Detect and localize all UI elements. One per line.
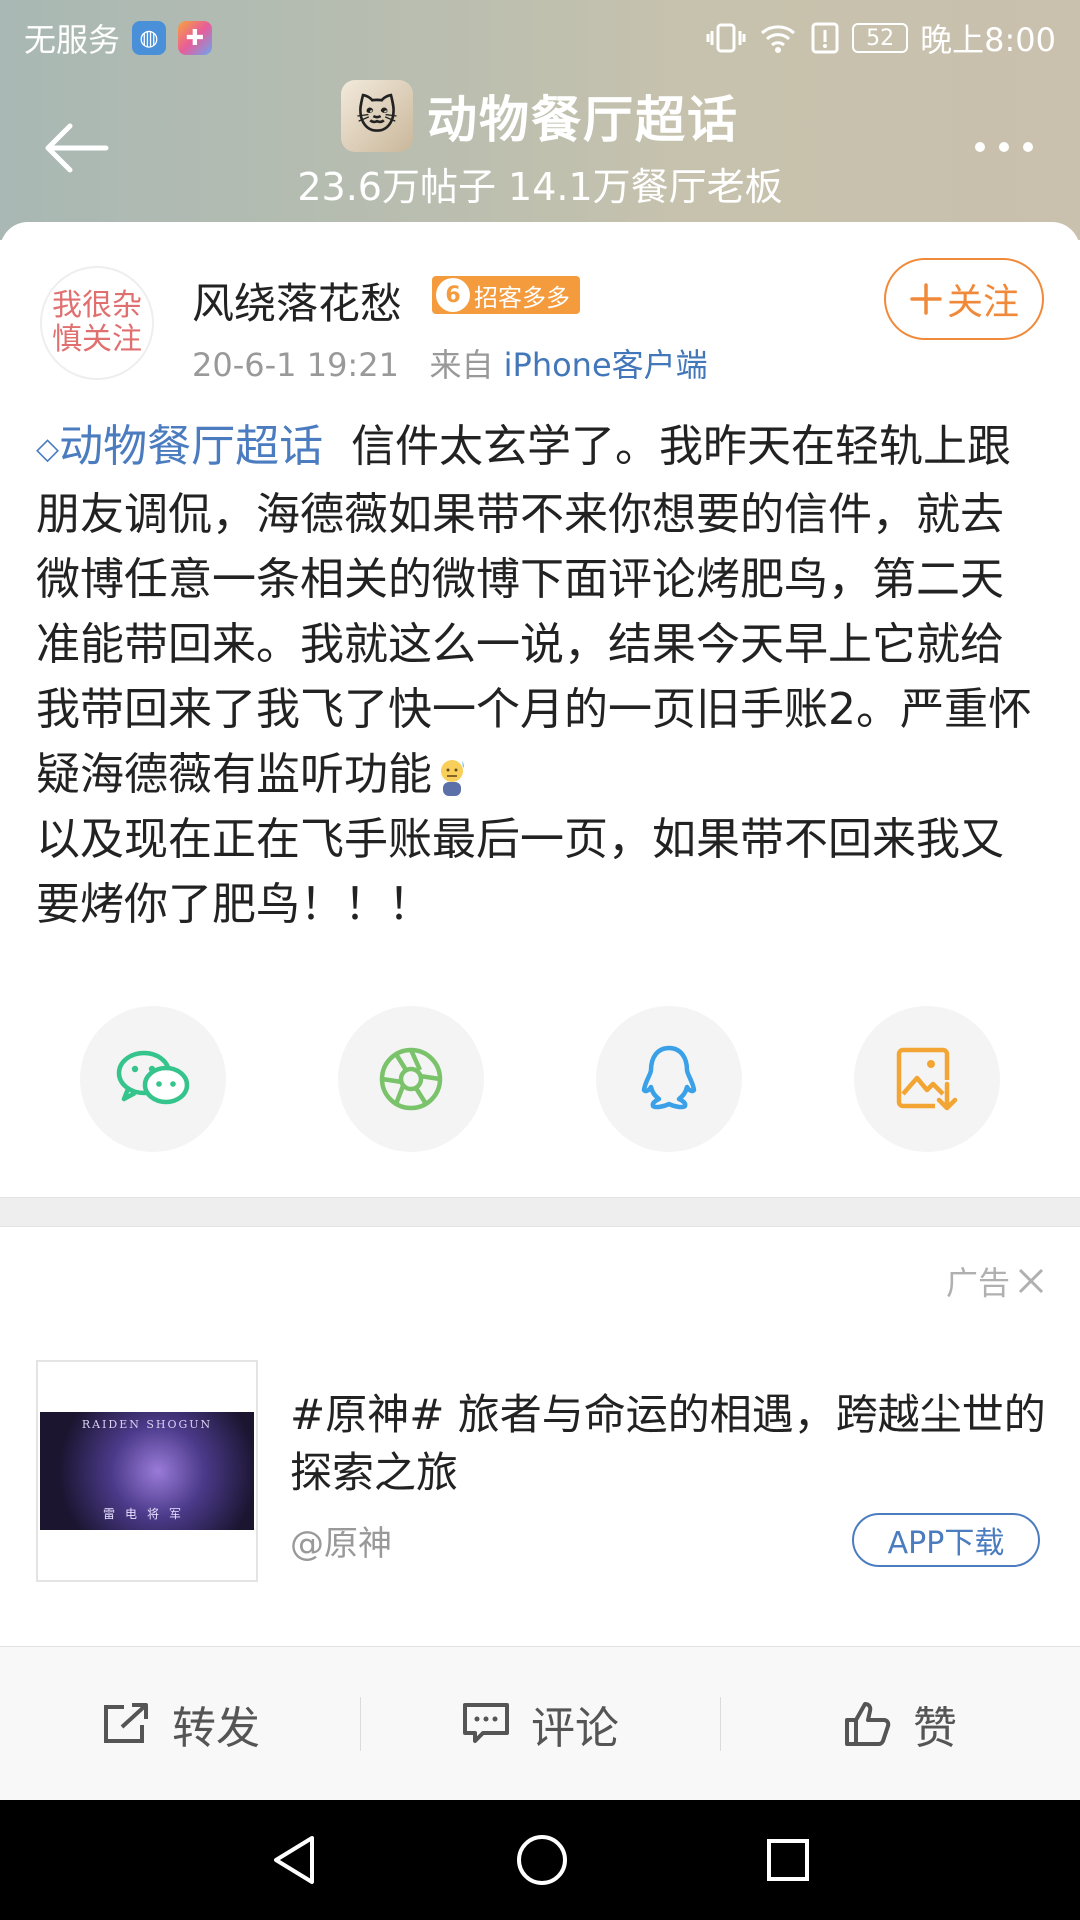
save-image-icon	[896, 1047, 958, 1111]
plus-icon	[910, 283, 942, 315]
carrier-text: 无服务	[24, 21, 121, 59]
repost-icon	[104, 1702, 148, 1743]
like-label: 赞	[913, 1702, 957, 1754]
post-card: 我很杂 慎关注 风绕落花愁 6 招客多多 20-6-1 19:21 来自 iPh…	[0, 222, 1080, 1197]
comment-button[interactable]: 评论	[360, 1647, 720, 1800]
topic-stats: 23.6万帖子 14.1万餐厅老板	[297, 165, 783, 209]
avatar-text-line2: 慎关注	[52, 322, 142, 357]
topic-title: 动物餐厅超话	[427, 91, 739, 149]
battery-indicator: 52	[852, 23, 909, 53]
username[interactable]: 风绕落花愁	[192, 270, 402, 331]
vibrate-icon	[706, 23, 746, 53]
post-text-part1: 信件太玄学了。我昨天在轻轨上跟朋友调侃，海德薇如果带不来你想要的信件，就去微博任…	[36, 421, 1032, 800]
badge-level: 6	[436, 278, 470, 312]
topic-link[interactable]: ◇动物餐厅超话	[36, 421, 323, 472]
share-qq-button[interactable]	[596, 1006, 742, 1152]
action-bar: 转发 评论 赞	[0, 1646, 1080, 1800]
ad-label: 广告	[946, 1258, 1046, 1304]
nav-back-icon[interactable]	[268, 1832, 320, 1888]
topic-header[interactable]: 🐱 动物餐厅超话	[0, 80, 1080, 152]
ad-source: @原神	[290, 1524, 392, 1564]
wifi-icon	[761, 25, 796, 53]
alert-icon	[811, 22, 839, 54]
section-divider	[0, 1197, 1080, 1227]
nav-recents-icon[interactable]	[764, 1836, 812, 1884]
comment-icon	[463, 1702, 509, 1743]
post-body: ◇动物餐厅超话 信件太玄学了。我昨天在轻轨上跟朋友调侃，海德薇如果带不来你想要的…	[36, 414, 1046, 937]
more-options-icon[interactable]	[964, 132, 1044, 162]
client-link[interactable]: iPhone客户端	[504, 346, 708, 384]
status-bar: 无服务 ◍ ✚ 52 晚上8:00	[0, 0, 1080, 76]
thumbs-up-icon	[845, 1701, 891, 1746]
topic-avatar: 🐱	[341, 80, 413, 152]
sweat-emoji-icon	[441, 759, 465, 796]
app-download-button[interactable]: APP下载	[852, 1513, 1040, 1567]
comment-label: 评论	[531, 1702, 619, 1754]
from-label: 来自	[429, 346, 494, 384]
app-notification-icon: ✚	[178, 21, 213, 55]
status-left: 无服务 ◍ ✚	[24, 15, 213, 61]
user-avatar[interactable]: 我很杂 慎关注	[40, 266, 154, 380]
ad-card[interactable]: 广告 RAIDEN SHOGUN 雷电将军 #原神# 旅者与命运的相遇，跨越尘世…	[0, 1228, 1080, 1642]
close-icon[interactable]	[1016, 1266, 1046, 1296]
supertopic-diamond-icon: ◇	[36, 431, 60, 467]
user-level-badge[interactable]: 6 招客多多	[432, 276, 580, 314]
ad-title[interactable]: #原神# 旅者与命运的相遇，跨越尘世的探索之旅	[290, 1386, 1050, 1502]
share-wechat-button[interactable]	[80, 1006, 226, 1152]
follow-label: 关注	[946, 282, 1019, 323]
moments-icon	[379, 1047, 443, 1111]
repost-button[interactable]: 转发	[0, 1647, 360, 1800]
qq-icon	[641, 1045, 697, 1110]
save-image-button[interactable]	[854, 1006, 1000, 1152]
ad-thumbnail[interactable]: RAIDEN SHOGUN 雷电将军	[36, 1360, 258, 1582]
avatar-text-line1: 我很杂	[52, 288, 142, 323]
share-row	[0, 1006, 1080, 1152]
post-meta: 20-6-1 19:21 来自 iPhone客户端	[192, 340, 708, 386]
system-nav-bar	[0, 1800, 1080, 1920]
browser-notification-icon: ◍	[132, 21, 167, 55]
share-moments-button[interactable]	[338, 1006, 484, 1152]
ad-label-text: 广告	[945, 1264, 1010, 1302]
follow-button[interactable]: 关注	[884, 258, 1044, 340]
topic-link-text: 动物餐厅超话	[59, 421, 324, 472]
badge-label: 招客多多	[474, 283, 570, 312]
repost-label: 转发	[172, 1702, 260, 1754]
nav-home-icon[interactable]	[515, 1833, 569, 1887]
wechat-icon	[116, 1050, 190, 1105]
post-text-part2: 以及现在正在飞手账最后一页，如果带不回来我又要烤你了肥鸟！！！	[36, 813, 1004, 930]
title-bar: 🐱 动物餐厅超话 23.6万帖子 14.1万餐厅老板	[0, 76, 1080, 226]
post-date: 20-6-1 19:21	[192, 346, 399, 384]
ad-thumbnail-subtitle: 雷电将军	[102, 1507, 191, 1521]
like-button[interactable]: 赞	[720, 1647, 1080, 1800]
ad-thumbnail-image: RAIDEN SHOGUN 雷电将军	[40, 1412, 254, 1530]
status-right: 52 晚上8:00	[706, 15, 1056, 61]
status-time: 晚上8:00	[920, 21, 1056, 59]
ad-thumbnail-title: RAIDEN SHOGUN	[81, 1418, 213, 1431]
